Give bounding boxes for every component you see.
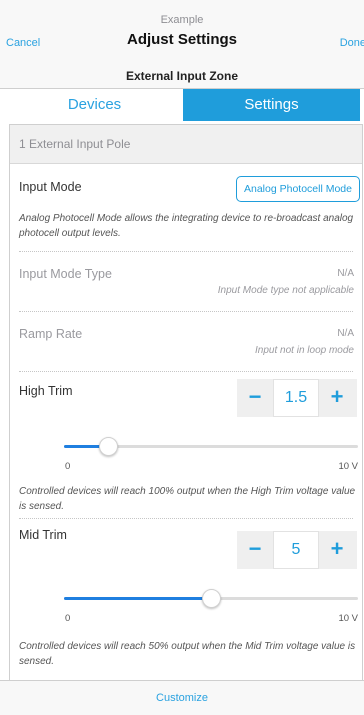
input-mode-label: Input Mode [19,180,82,194]
input-mode-description: Analog Photocell Mode allows the integra… [19,213,354,239]
done-button[interactable]: Done [340,37,364,49]
input-mode-type-label: Input Mode Type [19,267,112,281]
slider-thumb[interactable] [202,589,221,608]
divider [19,251,353,252]
mid-trim-value[interactable]: 5 [273,531,319,569]
segmented-control: Devices Settings [6,89,360,121]
mid-trim-label: Mid Trim [19,528,67,542]
high-trim-increment-button[interactable]: + [319,379,355,417]
divider [19,311,353,312]
mid-trim-increment-button[interactable]: + [319,531,355,569]
customize-button[interactable]: Customize [0,680,364,715]
input-mode-button[interactable]: Analog Photocell Mode [236,176,360,202]
divider [19,371,353,372]
ramp-rate-label: Ramp Rate [19,327,83,341]
high-trim-description: Controlled devices will reach 100% outpu… [19,486,356,512]
input-mode-type-value: N/A [337,268,354,279]
zone-title: External Input Zone [0,64,364,89]
mid-trim-decrement-button[interactable]: − [237,531,273,569]
high-trim-stepper: − 1.5 + [237,379,357,417]
app-frame: Example Adjust Settings Cancel Done Exte… [0,0,364,715]
tab-settings[interactable]: Settings [183,89,360,121]
settings-panel[interactable]: 1 External Input Pole Input Mode Analog … [9,124,363,682]
app-subtitle: Example [160,14,204,26]
pole-title: 1 External Input Pole [19,137,131,151]
ramp-rate-note: Input not in loop mode [255,345,354,356]
mid-trim-max-label: 10 V [338,613,358,624]
mid-trim-description: Controlled devices will reach 50% output… [19,641,356,667]
slider-fill [64,597,211,600]
high-trim-max-label: 10 V [338,461,358,472]
high-trim-decrement-button[interactable]: − [237,379,273,417]
input-mode-type-note: Input Mode type not applicable [217,285,354,296]
high-trim-min-label: 0 [65,461,71,472]
tab-devices[interactable]: Devices [6,89,183,121]
navigation-bar: Example Adjust Settings Cancel Done [0,0,364,65]
slider-thumb[interactable] [99,437,119,456]
page-title: Adjust Settings [126,31,237,48]
mid-trim-min-label: 0 [65,613,71,624]
pole-header: 1 External Input Pole [10,125,362,164]
mid-trim-stepper: − 5 + [237,531,357,569]
high-trim-slider[interactable] [64,435,358,457]
high-trim-label: High Trim [19,384,73,398]
high-trim-value[interactable]: 1.5 [273,379,319,417]
mid-trim-slider[interactable] [64,587,358,609]
divider [19,518,353,519]
ramp-rate-value: N/A [337,328,354,339]
cancel-button[interactable]: Cancel [6,37,40,49]
